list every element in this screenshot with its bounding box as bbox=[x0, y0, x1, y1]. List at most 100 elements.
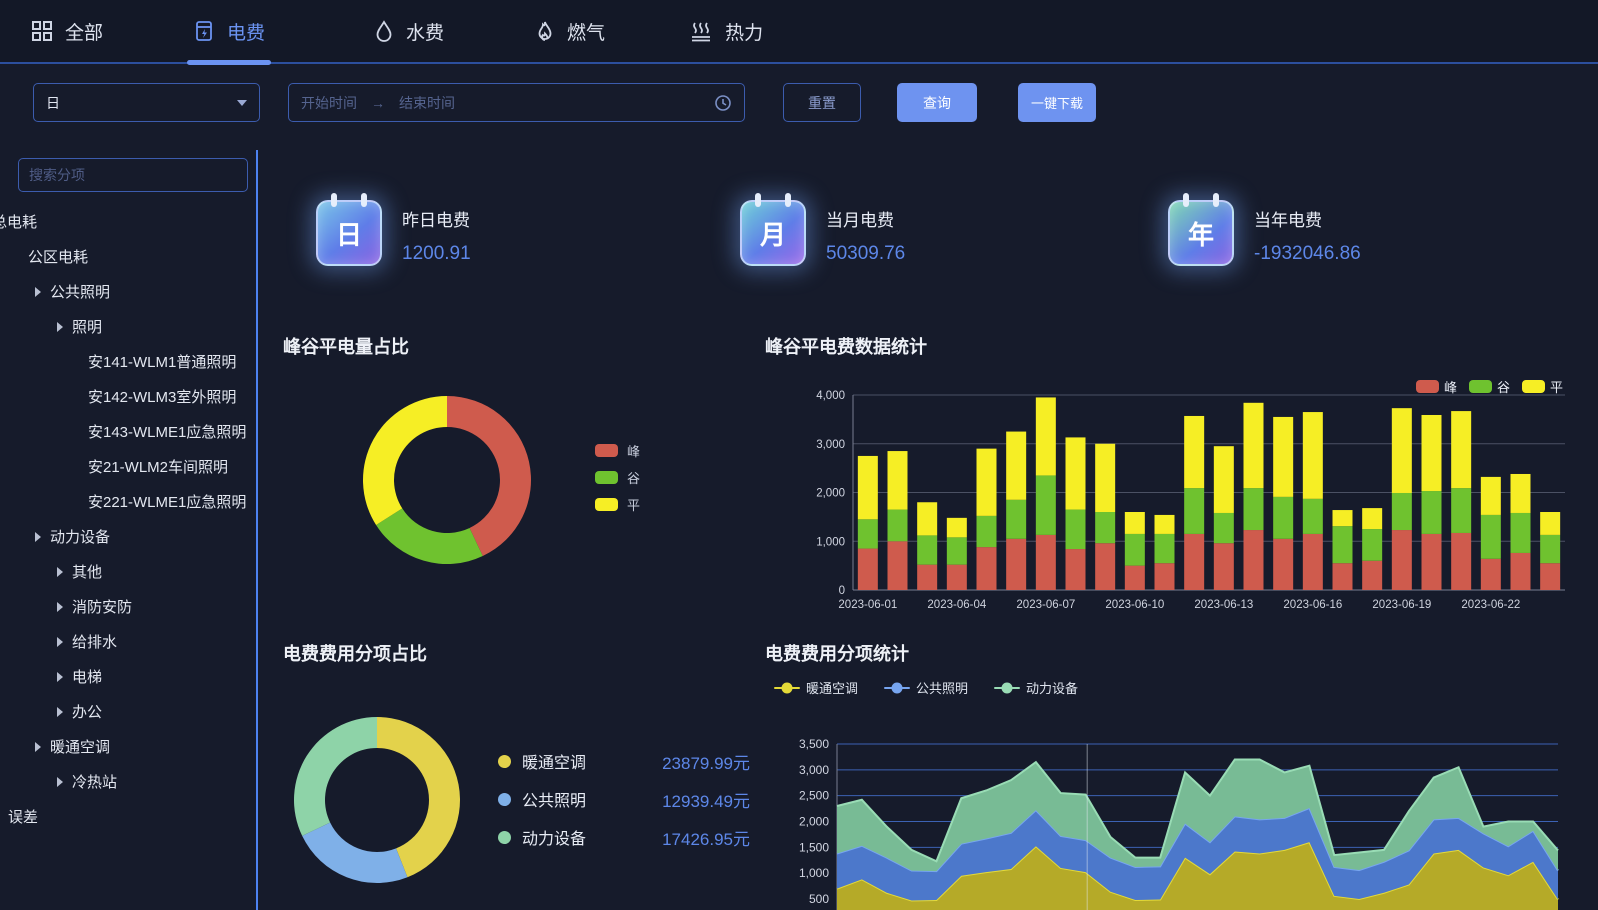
tree-expand-caret-icon[interactable] bbox=[57, 567, 63, 577]
tree-item-label: 误差 bbox=[8, 806, 38, 827]
legend-line bbox=[884, 687, 910, 689]
stat-value: 1200.91 bbox=[402, 243, 471, 265]
date-end-placeholder: 结束时间 bbox=[399, 93, 455, 113]
tree-expand-caret-icon[interactable] bbox=[35, 287, 41, 297]
tree-expand-caret-icon[interactable] bbox=[57, 602, 63, 612]
tree-item[interactable]: 给排水 bbox=[0, 624, 258, 659]
calendar-char: 年 bbox=[1188, 215, 1214, 252]
stat-value: -1932046.86 bbox=[1254, 243, 1361, 265]
peak-valley-stacked-bar-chart[interactable]: 01,0002,0003,0004,0002023-06-012023-06-0… bbox=[765, 360, 1598, 610]
svg-text:2023-06-07: 2023-06-07 bbox=[1016, 599, 1075, 610]
tree-item[interactable]: 电梯 bbox=[0, 659, 258, 694]
svg-text:2,000: 2,000 bbox=[816, 488, 845, 500]
legend-dot bbox=[1002, 682, 1013, 693]
tree-item[interactable]: 安143-WLME1应急照明 bbox=[0, 414, 258, 449]
legend-label: 动力设备 bbox=[522, 825, 586, 849]
legend-swatch bbox=[595, 471, 618, 484]
tree-item[interactable]: 安141-WLM1普通照明 bbox=[0, 344, 258, 379]
tree-item-label: 安221-WLME1应急照明 bbox=[88, 491, 246, 512]
tree-item-label: 消防安防 bbox=[72, 596, 132, 617]
calendar-ring bbox=[331, 193, 337, 207]
peak-valley-donut-chart[interactable] bbox=[359, 392, 535, 568]
tree-expand-caret-icon[interactable] bbox=[57, 777, 63, 787]
legend-item[interactable]: 谷 bbox=[595, 470, 640, 484]
stat-label: 昨日电费 bbox=[402, 206, 471, 231]
chart-title-item-pie: 电费费用分项占比 bbox=[283, 640, 427, 666]
tree-item[interactable]: 安221-WLME1应急照明 bbox=[0, 484, 258, 519]
tree-expand-caret-icon[interactable] bbox=[35, 532, 41, 542]
heat-icon bbox=[689, 20, 713, 42]
reset-button[interactable]: 重置 bbox=[783, 83, 861, 122]
electric-meter-icon bbox=[193, 20, 215, 42]
legend-label: 动力设备 bbox=[1026, 678, 1078, 697]
tab-water[interactable]: 水费 bbox=[374, 0, 444, 62]
legend-item[interactable]: 暖通空调 bbox=[774, 678, 858, 697]
tree-item[interactable]: 误差 bbox=[0, 799, 258, 834]
legend-label: 暖通空调 bbox=[522, 749, 586, 773]
tree-item-label: 冷热站 bbox=[72, 771, 117, 792]
svg-text:3,500: 3,500 bbox=[799, 737, 829, 751]
tree-expand-caret-icon[interactable] bbox=[35, 742, 41, 752]
legend-item[interactable]: 峰 bbox=[595, 443, 640, 457]
svg-text:4,000: 4,000 bbox=[816, 390, 845, 402]
legend-item[interactable]: 动力设备 bbox=[994, 678, 1078, 697]
tab-electricity[interactable]: 电费 bbox=[193, 0, 265, 62]
tree-expand-caret-icon[interactable] bbox=[57, 672, 63, 682]
date-range-picker[interactable]: 开始时间 → 结束时间 bbox=[288, 83, 745, 122]
legend-item[interactable]: 平 bbox=[595, 497, 640, 511]
svg-text:2023-06-10: 2023-06-10 bbox=[1105, 599, 1164, 610]
legend-dot bbox=[498, 755, 511, 768]
stat-value: 50309.76 bbox=[826, 243, 905, 265]
tree-item[interactable]: 办公 bbox=[0, 694, 258, 729]
tree-item[interactable]: 消防安防 bbox=[0, 589, 258, 624]
legend-item[interactable]: 暖通空调 23879.99元 bbox=[498, 750, 750, 772]
fee-item-donut-chart[interactable] bbox=[291, 714, 463, 886]
tree-item-label: 安21-WLM2车间照明 bbox=[88, 456, 228, 477]
donut2-legend: 暖通空调 23879.99元 公共照明 12939.49元 动力设备 17426… bbox=[498, 750, 750, 864]
tree-item-label: 给排水 bbox=[72, 631, 117, 652]
chart-title-energy-pie: 峰谷平电量占比 bbox=[283, 333, 409, 359]
legend-dot bbox=[782, 682, 793, 693]
chevron-down-icon bbox=[237, 100, 247, 106]
date-start-placeholder: 开始时间 bbox=[301, 93, 357, 113]
legend-item[interactable]: 公共照明 12939.49元 bbox=[498, 788, 750, 810]
legend-swatch bbox=[595, 444, 618, 457]
tree-expand-caret-icon[interactable] bbox=[57, 637, 63, 647]
tree-item[interactable]: 总电耗 bbox=[0, 204, 258, 239]
calendar-char: 日 bbox=[336, 215, 362, 252]
tree-item-label: 动力设备 bbox=[50, 526, 110, 547]
tree-item[interactable]: 其他 bbox=[0, 554, 258, 589]
tree-item[interactable]: 安21-WLM2车间照明 bbox=[0, 449, 258, 484]
water-drop-icon bbox=[374, 20, 394, 42]
svg-text:1,000: 1,000 bbox=[799, 866, 829, 880]
search-input[interactable] bbox=[18, 158, 248, 192]
tree-item[interactable]: 动力设备 bbox=[0, 519, 258, 554]
tree-item[interactable]: 冷热站 bbox=[0, 764, 258, 799]
tree-item[interactable]: 暖通空调 bbox=[0, 729, 258, 764]
tree-expand-caret-icon[interactable] bbox=[57, 322, 63, 332]
svg-text:3,000: 3,000 bbox=[799, 763, 829, 777]
tree-item[interactable]: 公共照明 bbox=[0, 274, 258, 309]
tab-gas[interactable]: 燃气 bbox=[535, 0, 605, 62]
tab-heat[interactable]: 热力 bbox=[689, 0, 763, 62]
legend-item[interactable]: 动力设备 17426.95元 bbox=[498, 826, 750, 848]
legend-line bbox=[994, 687, 1020, 689]
fee-item-stacked-area-chart[interactable]: 5001,0001,5002,0002,5003,0003,500 bbox=[765, 700, 1598, 910]
query-button[interactable]: 查询 bbox=[897, 83, 977, 122]
stat-card-year: 年 当年电费 -1932046.86 bbox=[1168, 200, 1361, 266]
svg-text:2,500: 2,500 bbox=[799, 789, 829, 803]
tab-label: 热力 bbox=[725, 18, 763, 45]
tab-label: 燃气 bbox=[567, 18, 605, 45]
tree-item[interactable]: 照明 bbox=[0, 309, 258, 344]
tree-expand-caret-icon[interactable] bbox=[57, 707, 63, 717]
legend-item[interactable]: 公共照明 bbox=[884, 678, 968, 697]
sidebar-divider[interactable] bbox=[256, 150, 258, 910]
download-button[interactable]: 一键下载 bbox=[1018, 83, 1096, 122]
tree-item[interactable]: 安142-WLM3室外照明 bbox=[0, 379, 258, 414]
tree-item-label: 暖通空调 bbox=[50, 736, 110, 757]
top-nav: 全部 电费 水费 bbox=[0, 0, 1598, 64]
tab-all[interactable]: 全部 bbox=[31, 0, 103, 62]
tree-item-label: 安142-WLM3室外照明 bbox=[88, 386, 236, 407]
period-select[interactable]: 日 bbox=[33, 83, 260, 122]
tree-item[interactable]: 公区电耗 bbox=[0, 239, 258, 274]
